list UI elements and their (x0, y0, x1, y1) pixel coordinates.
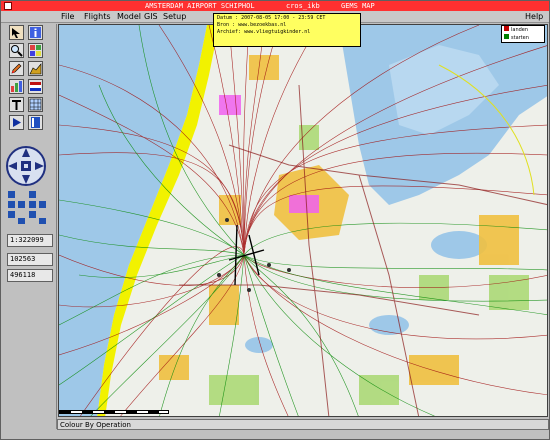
info-line-date: Datum : 2007-08-05 17:00 - 23:59 CET (217, 15, 326, 21)
menu-model[interactable]: Model (117, 12, 141, 22)
legend-item-starten: starten (502, 34, 544, 42)
legend-label-starten: starten (511, 35, 529, 41)
scale-field[interactable]: 1:322099 (7, 234, 53, 247)
grid-icon[interactable] (28, 97, 43, 112)
title-right: GEMS MAP (341, 2, 375, 10)
info-box: Datum : 2007-08-05 17:00 - 23:59 CET Bro… (213, 13, 361, 47)
scale-bar (59, 410, 169, 414)
coord-y-field[interactable]: 496118 (7, 269, 53, 282)
menu-file[interactable]: File (61, 12, 74, 22)
profile-chart-icon[interactable] (28, 61, 43, 76)
legend: landen starten (501, 25, 545, 43)
map-canvas[interactable]: landen starten (58, 24, 548, 417)
menu-flights[interactable]: Flights (84, 12, 111, 22)
info-line-archive: Archief: www.vliegtuigkinder.nl (217, 29, 311, 35)
starten-swatch (504, 34, 509, 39)
title-left: AMSTERDAM AIRPORT SCHIPHOL (145, 2, 255, 10)
menu-gis[interactable]: GIS (144, 12, 158, 22)
close-button[interactable] (4, 2, 12, 10)
bar-chart-icon[interactable] (9, 79, 24, 94)
title-mid: cros_ikb (286, 2, 320, 10)
zoom-icon[interactable] (9, 43, 24, 58)
flag-icon[interactable] (28, 79, 43, 94)
landen-swatch (504, 26, 509, 31)
legend-label-landen: landen (511, 27, 529, 33)
pan-compass[interactable] (5, 145, 47, 187)
map-svg (59, 25, 547, 416)
coord-x-field[interactable]: 102563 (7, 253, 53, 266)
text-icon[interactable] (9, 97, 24, 112)
menu-help[interactable]: Help (525, 12, 543, 22)
pencil-icon[interactable] (9, 61, 24, 76)
legend-item-landen: landen (502, 26, 544, 34)
info-icon[interactable] (28, 25, 43, 40)
play-icon[interactable] (9, 115, 24, 130)
title-bar: AMSTERDAM AIRPORT SCHIPHOL cros_ikb GEMS… (1, 1, 549, 11)
info-line-source: Bron : www.bezoekbas.nl (217, 22, 287, 28)
menu-setup[interactable]: Setup (163, 12, 186, 22)
status-bar: Colour By Operation (57, 419, 549, 430)
color-palette-icon[interactable] (28, 43, 43, 58)
zoom-controls[interactable] (5, 190, 47, 226)
gems-map-window: AMSTERDAM AIRPORT SCHIPHOL cros_ikb GEMS… (0, 0, 550, 440)
select-arrow-icon[interactable] (9, 25, 24, 40)
tool-panel: 1:322099 102563 496118 (1, 24, 57, 429)
book-icon[interactable] (28, 115, 43, 130)
